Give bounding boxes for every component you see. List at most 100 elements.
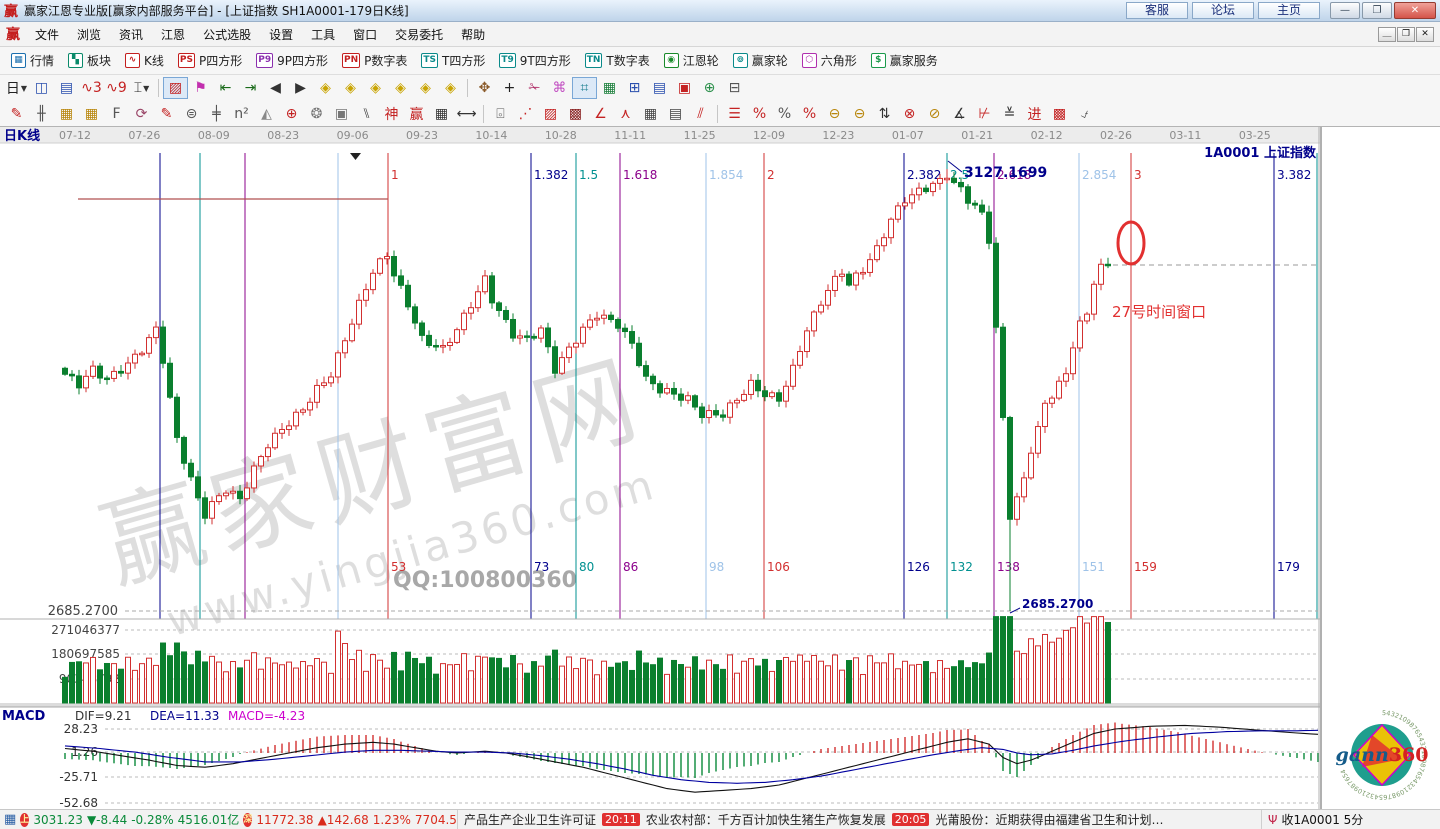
menu-item-1[interactable]: 浏览	[68, 24, 110, 45]
gann-icon-30[interactable]: ☰	[722, 103, 747, 125]
draw-icon-2[interactable]: ▤	[54, 77, 79, 99]
gann-icon-22[interactable]: ▨	[538, 103, 563, 125]
draw-icon-25[interactable]: ▦	[597, 77, 622, 99]
gann-icon-5[interactable]: ⟳	[129, 103, 154, 125]
draw-icon-23[interactable]: ⌘	[547, 77, 572, 99]
draw-icon-0[interactable]: 日▼	[4, 77, 29, 99]
draw-icon-18[interactable]: ◈	[438, 77, 463, 99]
menu-item-7[interactable]: 窗口	[344, 24, 386, 45]
draw-icon-22[interactable]: ✁	[522, 77, 547, 99]
toolbar-button-10[interactable]: ⊚赢家轮	[726, 50, 795, 72]
restore-button[interactable]: ❐	[1362, 2, 1392, 19]
gann-icon-9[interactable]: n²	[229, 103, 254, 125]
gann-icon-14[interactable]: ⑊	[354, 103, 379, 125]
gann-icon-1[interactable]: ╫	[29, 103, 54, 125]
gann-icon-6[interactable]: ✎	[154, 103, 179, 125]
toolbar-button-2[interactable]: ∿K线	[118, 50, 171, 72]
quick-button-0[interactable]: 客服	[1126, 2, 1188, 19]
gann-icon-15[interactable]: 神	[379, 103, 404, 125]
draw-icon-30[interactable]: ⊟	[722, 77, 747, 99]
gann-icon-44[interactable]: ⍻	[1072, 103, 1097, 125]
draw-icon-26[interactable]: ⊞	[622, 77, 647, 99]
draw-icon-14[interactable]: ◈	[338, 77, 363, 99]
mdi-button-0[interactable]: ＿	[1378, 27, 1396, 42]
toolbar-button-11[interactable]: ⬡六角形	[795, 50, 864, 72]
toolbar-button-12[interactable]: $赢家服务	[864, 50, 945, 72]
menu-item-3[interactable]: 江恩	[152, 24, 194, 45]
gann-icon-40[interactable]: ⊬	[972, 103, 997, 125]
draw-icon-8[interactable]: ⚑	[188, 77, 213, 99]
quote-grid-icon[interactable]: ▦	[4, 812, 16, 827]
gann-icon-16[interactable]: 赢	[404, 103, 429, 125]
gann-icon-38[interactable]: ⊘	[922, 103, 947, 125]
gann-icon-25[interactable]: ⋏	[613, 103, 638, 125]
toolbar-button-8[interactable]: TNT数字表	[578, 50, 657, 72]
sz-index-value[interactable]: 11772.38	[256, 813, 313, 827]
gann-icon-31[interactable]: %	[747, 103, 772, 125]
draw-icon-16[interactable]: ◈	[388, 77, 413, 99]
gann-icon-17[interactable]: ▦	[429, 103, 454, 125]
menu-item-8[interactable]: 交易委托	[386, 24, 452, 45]
toolbar-button-6[interactable]: TST四方形	[414, 50, 492, 72]
draw-icon-10[interactable]: ⇥	[238, 77, 263, 99]
mdi-button-2[interactable]: ✕	[1416, 27, 1434, 42]
menu-item-6[interactable]: 工具	[302, 24, 344, 45]
draw-icon-11[interactable]: ◀	[263, 77, 288, 99]
gann-icon-26[interactable]: ▦	[638, 103, 663, 125]
toolbar-button-7[interactable]: T99T四方形	[492, 50, 577, 72]
draw-icon-9[interactable]: ⇤	[213, 77, 238, 99]
gann-icon-13[interactable]: ▣	[329, 103, 354, 125]
toolbar-button-9[interactable]: ◉江恩轮	[657, 50, 726, 72]
gann-icon-41[interactable]: ≚	[997, 103, 1022, 125]
draw-icon-28[interactable]: ▣	[672, 77, 697, 99]
draw-icon-24[interactable]: ⌗	[572, 77, 597, 99]
draw-icon-20[interactable]: ✥	[472, 77, 497, 99]
news-ticker[interactable]: 产品生产企业卫生许可证20:11农业农村部：千方百计加快生猪生产恢复发展20:0…	[458, 810, 1262, 829]
mdi-button-1[interactable]: ❐	[1397, 27, 1415, 42]
draw-icon-3[interactable]: ∿3	[79, 77, 104, 99]
menu-item-2[interactable]: 资讯	[110, 24, 152, 45]
gann-icon-7[interactable]: ⊜	[179, 103, 204, 125]
toolbar-button-4[interactable]: P99P四方形	[249, 50, 335, 72]
gann-icon-0[interactable]: ✎	[4, 103, 29, 125]
quick-button-1[interactable]: 论坛	[1192, 2, 1254, 19]
gann-icon-34[interactable]: ⊖	[822, 103, 847, 125]
gann-icon-32[interactable]: %	[772, 103, 797, 125]
draw-icon-27[interactable]: ▤	[647, 77, 672, 99]
minimize-button[interactable]: —	[1330, 2, 1360, 19]
gann-icon-18[interactable]: ⟷	[454, 103, 479, 125]
gann-icon-23[interactable]: ▩	[563, 103, 588, 125]
gann-icon-11[interactable]: ⊕	[279, 103, 304, 125]
gann-icon-37[interactable]: ⊗	[897, 103, 922, 125]
gann-icon-3[interactable]: ▦	[79, 103, 104, 125]
draw-icon-17[interactable]: ◈	[413, 77, 438, 99]
gann-icon-4[interactable]: F	[104, 103, 129, 125]
draw-icon-21[interactable]: +	[497, 77, 522, 99]
draw-icon-5[interactable]: ⌶▼	[129, 77, 154, 99]
gann-icon-8[interactable]: ╪	[204, 103, 229, 125]
gann-icon-21[interactable]: ⋰	[513, 103, 538, 125]
gann-icon-39[interactable]: ∡	[947, 103, 972, 125]
gann-icon-27[interactable]: ▤	[663, 103, 688, 125]
draw-icon-4[interactable]: ∿9	[104, 77, 129, 99]
draw-icon-1[interactable]: ◫	[29, 77, 54, 99]
menu-item-0[interactable]: 文件	[26, 24, 68, 45]
gann-icon-2[interactable]: ▦	[54, 103, 79, 125]
menu-item-9[interactable]: 帮助	[452, 24, 494, 45]
draw-icon-15[interactable]: ◈	[363, 77, 388, 99]
menu-item-5[interactable]: 设置	[260, 24, 302, 45]
gann-icon-36[interactable]: ⇅	[872, 103, 897, 125]
gann-icon-24[interactable]: ∠	[588, 103, 613, 125]
gann-icon-42[interactable]: 进	[1022, 103, 1047, 125]
gann-icon-43[interactable]: ▩	[1047, 103, 1072, 125]
gann-icon-20[interactable]: ⌻	[488, 103, 513, 125]
gann-icon-10[interactable]: ◭	[254, 103, 279, 125]
quick-button-2[interactable]: 主页	[1258, 2, 1320, 19]
toolbar-button-5[interactable]: PNP数字表	[335, 50, 414, 72]
sh-index-value[interactable]: 3031.23	[33, 813, 83, 827]
draw-icon-29[interactable]: ⊕	[697, 77, 722, 99]
toolbar-button-1[interactable]: ▚板块	[61, 50, 118, 72]
draw-icon-12[interactable]: ▶	[288, 77, 313, 99]
toolbar-button-3[interactable]: PSP四方形	[171, 50, 249, 72]
gann-icon-28[interactable]: ⫽	[688, 103, 713, 125]
